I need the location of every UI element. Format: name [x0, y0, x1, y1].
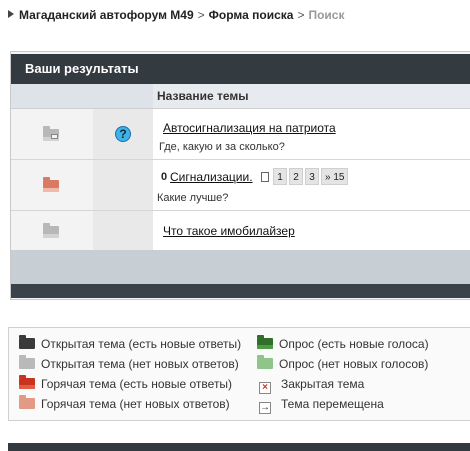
topic-pagination: 1 2 3» 15 [261, 168, 350, 185]
breadcrumb-current: Поиск [308, 8, 345, 22]
topic-description: Где, какую и за сколько? [159, 141, 285, 153]
legend-open-new: Открытая тема (есть новые ответы) [19, 335, 241, 351]
question-icon: ? [115, 126, 131, 142]
open-topic-new-icon [19, 335, 35, 349]
moved-topic-icon: → [259, 402, 271, 414]
legend-poll-nonew: Опрос (нет новых голосов) [257, 355, 428, 371]
topic-title-cell: 0 Сигнализации. 1 2 3» 15 Какие лучше? [153, 160, 470, 210]
topic-row: ? Автосигнализация на патриота Где, каку… [11, 109, 470, 160]
results-panel-bottom-bar [11, 284, 470, 298]
column-header-topic: Название темы [153, 84, 470, 108]
topic-read-icon [43, 126, 59, 141]
legend-closed: × Закрытая тема [259, 377, 364, 394]
page-link[interactable]: 1 [273, 168, 287, 185]
results-column-header: Название темы [11, 84, 470, 109]
topic-status-cell [11, 109, 93, 159]
topic-title-link[interactable]: Что такое имобилайзер [163, 224, 295, 238]
legend-poll-new: Опрос (есть новые голоса) [257, 335, 429, 351]
results-panel-title: Ваши результаты [11, 54, 470, 84]
poll-icon [257, 355, 273, 369]
hot-topic-read-icon [43, 177, 59, 192]
closed-topic-icon: × [259, 382, 271, 394]
poll-new-icon [257, 335, 273, 349]
topic-type-cell [93, 211, 153, 250]
topic-title-cell: Что такое имобилайзер [153, 211, 470, 250]
legend-hot-new: Горячая тема (есть новые ответы) [19, 375, 232, 391]
last-page-link[interactable]: » 15 [321, 168, 349, 185]
breadcrumb: Магаданский автофорум М49 > Форма поиска > П… [8, 8, 344, 22]
open-topic-icon [19, 355, 35, 369]
topic-row: Что такое имобилайзер [11, 211, 470, 250]
page-link[interactable]: 2 [289, 168, 303, 185]
topic-title-link[interactable]: Автосигнализация на патриота [163, 121, 336, 135]
breadcrumb-separator: > [297, 8, 305, 22]
column-header-icons [11, 84, 153, 108]
topic-description: Какие лучше? [157, 192, 229, 204]
topic-status-cell [11, 160, 93, 210]
next-panel-header [8, 443, 470, 451]
breadcrumb-forum-link[interactable]: Магаданский автофорум М49 [19, 8, 194, 22]
topic-status-cell [11, 211, 93, 250]
topic-title-link[interactable]: Сигнализации. [170, 170, 253, 184]
breadcrumb-arrow-icon [8, 10, 14, 18]
results-panel-footer [11, 250, 470, 284]
page-link[interactable]: 3 [305, 168, 319, 185]
topic-legend: Открытая тема (есть новые ответы) Открыт… [8, 327, 470, 421]
results-panel: Ваши результаты Название темы ? Автосигн… [10, 51, 470, 300]
topic-title-cell: Автосигнализация на патриота Где, какую … [153, 109, 470, 159]
breadcrumb-separator: > [197, 8, 205, 22]
legend-open-nonew: Открытая тема (нет новых ответов) [19, 355, 239, 371]
legend-moved: → Тема перемещена [259, 397, 384, 414]
hot-topic-icon [19, 395, 35, 409]
topic-type-cell [93, 160, 153, 210]
topic-type-cell: ? [93, 109, 153, 159]
legend-hot-nonew: Горячая тема (нет новых ответов) [19, 395, 230, 411]
topic-read-icon [43, 223, 59, 238]
attachment-icon: 0 [161, 171, 168, 183]
breadcrumb-search-form-link[interactable]: Форма поиска [209, 8, 294, 22]
pages-icon [261, 171, 269, 182]
topic-row: 0 Сигнализации. 1 2 3» 15 Какие лучше? [11, 160, 470, 211]
hot-topic-new-icon [19, 375, 35, 389]
